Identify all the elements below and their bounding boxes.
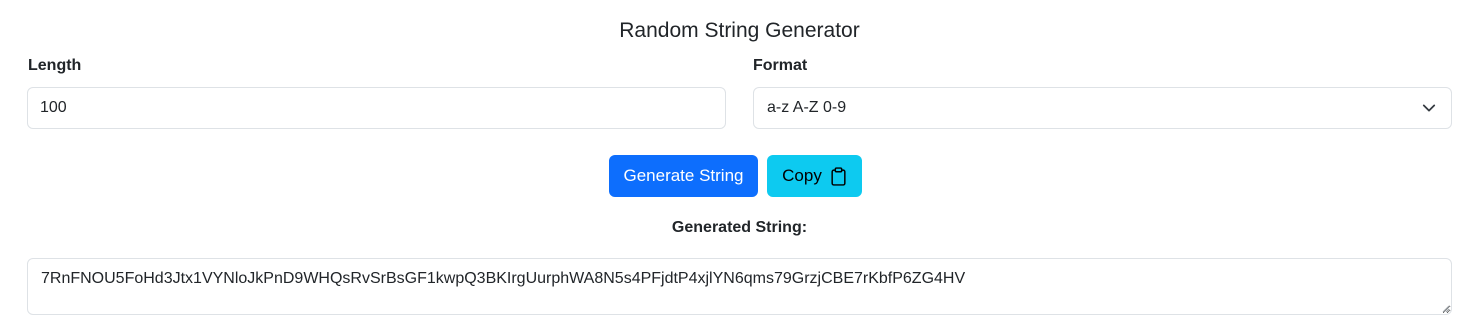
resize-handle-icon[interactable] [1441,304,1450,313]
format-selected-value: a-z A-Z 0-9 [767,99,847,116]
format-select[interactable]: a-z A-Z 0-9 [753,87,1452,129]
clipboard-icon [831,166,846,186]
length-input[interactable] [27,87,726,129]
generated-string-label: Generated String: [671,219,808,236]
random-string-generator-page: Random String Generator Length Format a-… [0,0,1463,324]
generate-string-button[interactable]: Generate String [609,155,758,197]
generated-string-output[interactable]: 7RnFNOU5FoHd3Jtx1VYNloJkPnD9WHQsRvSrBsGF… [27,258,1452,315]
format-label: Format [753,57,808,74]
copy-label: Copy [782,166,822,185]
page-title: Random String Generator [619,19,860,42]
length-label: Length [28,57,82,74]
generate-string-label: Generate String [623,166,744,185]
chevron-down-icon [1422,104,1436,112]
copy-button[interactable]: Copy [767,155,862,197]
